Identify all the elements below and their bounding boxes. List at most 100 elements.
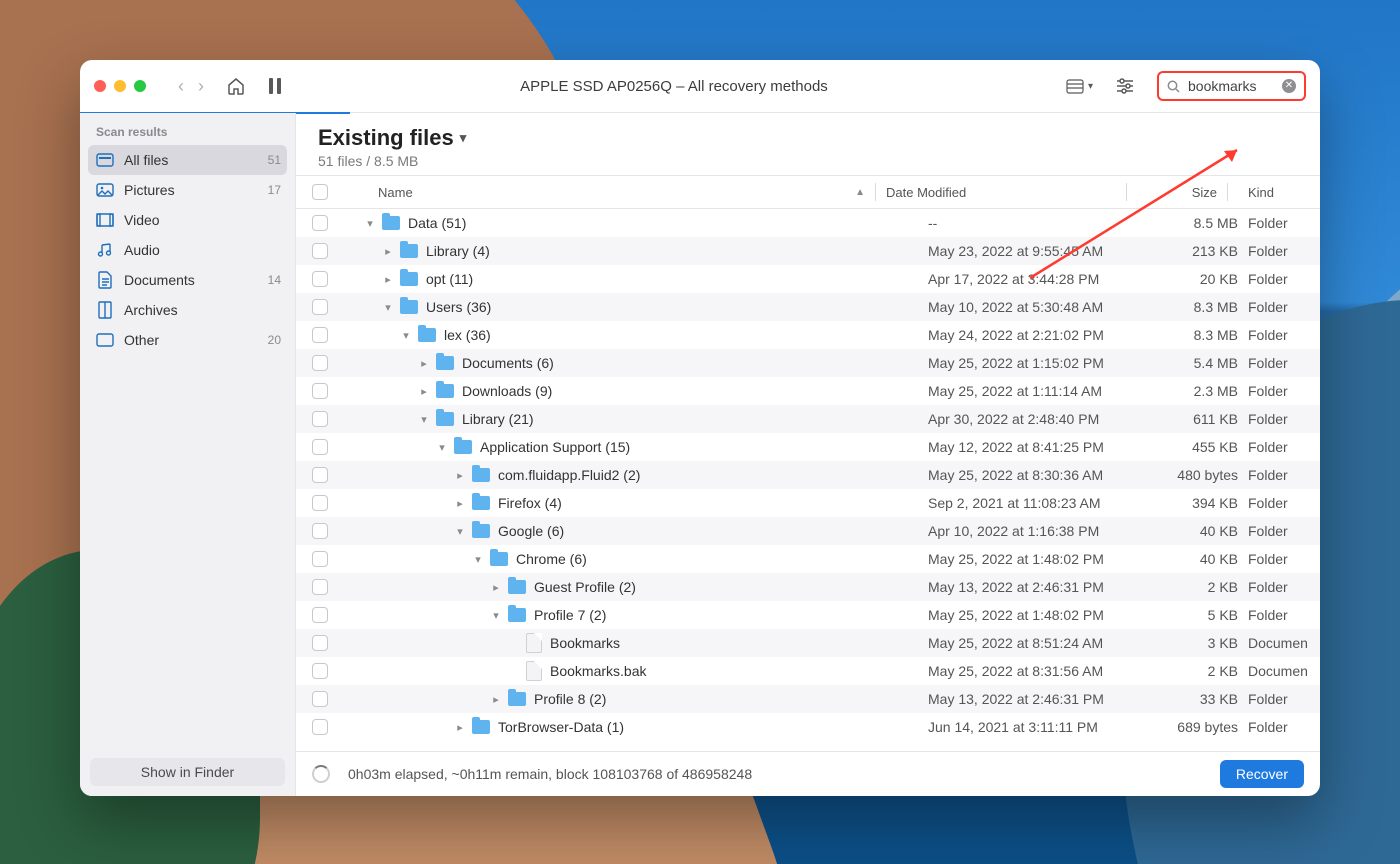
sidebar-item-other[interactable]: Other20: [80, 325, 295, 355]
main-panel: Existing files ▾ 51 files / 8.5 MB Name▲…: [296, 113, 1320, 796]
table-row[interactable]: ▸Documents (6)May 25, 2022 at 1:15:02 PM…: [296, 349, 1320, 377]
disclosure-toggle[interactable]: ▸: [382, 273, 394, 286]
disclosure-toggle[interactable]: ▾: [418, 413, 430, 426]
disclosure-toggle[interactable]: ▸: [418, 385, 430, 398]
table-row[interactable]: ▾lex (36)May 24, 2022 at 2:21:02 PM8.3 M…: [296, 321, 1320, 349]
results-title[interactable]: Existing files ▾: [318, 125, 1300, 151]
table-row[interactable]: ▾Profile 7 (2)May 25, 2022 at 1:48:02 PM…: [296, 601, 1320, 629]
file-kind: Folder: [1238, 299, 1308, 315]
disclosure-toggle[interactable]: ▸: [382, 245, 394, 258]
row-checkbox[interactable]: [312, 439, 328, 455]
disclosure-toggle[interactable]: ▸: [454, 497, 466, 510]
file-date: May 24, 2022 at 2:21:02 PM: [928, 327, 1158, 343]
sidebar-item-label: Video: [124, 212, 160, 228]
table-row[interactable]: ▾Application Support (15)May 12, 2022 at…: [296, 433, 1320, 461]
table-row[interactable]: ▸TorBrowser-Data (1)Jun 14, 2021 at 3:11…: [296, 713, 1320, 741]
disclosure-toggle[interactable]: ▾: [472, 553, 484, 566]
sidebar-item-video[interactable]: Video: [80, 205, 295, 235]
row-checkbox[interactable]: [312, 551, 328, 567]
search-input[interactable]: [1186, 77, 1276, 95]
sidebar-item-archives[interactable]: Archives: [80, 295, 295, 325]
table-row[interactable]: ▸com.fluidapp.Fluid2 (2)May 25, 2022 at …: [296, 461, 1320, 489]
table-row[interactable]: ▾Google (6)Apr 10, 2022 at 1:16:38 PM40 …: [296, 517, 1320, 545]
pause-scan-button[interactable]: [268, 77, 282, 95]
search-field[interactable]: ✕: [1157, 71, 1306, 101]
file-name: Library (21): [462, 411, 534, 427]
row-checkbox[interactable]: [312, 243, 328, 259]
row-checkbox[interactable]: [312, 607, 328, 623]
table-row[interactable]: ▸Downloads (9)May 25, 2022 at 1:11:14 AM…: [296, 377, 1320, 405]
table-row[interactable]: ▾Library (21)Apr 30, 2022 at 2:48:40 PM6…: [296, 405, 1320, 433]
column-size[interactable]: Size: [1137, 185, 1217, 200]
file-kind: Folder: [1238, 607, 1308, 623]
column-date[interactable]: Date Modified: [886, 185, 1116, 200]
table-row[interactable]: ▸Guest Profile (2)May 13, 2022 at 2:46:3…: [296, 573, 1320, 601]
row-checkbox[interactable]: [312, 719, 328, 735]
sidebar-item-pictures[interactable]: Pictures17: [80, 175, 295, 205]
disclosure-toggle[interactable]: ▸: [418, 357, 430, 370]
table-row[interactable]: ▸opt (11)Apr 17, 2022 at 3:44:28 PM20 KB…: [296, 265, 1320, 293]
sidebar-item-documents[interactable]: Documents14: [80, 265, 295, 295]
sidebar-item-audio[interactable]: Audio: [80, 235, 295, 265]
disclosure-toggle[interactable]: ▾: [436, 441, 448, 454]
table-row[interactable]: ▸Profile 8 (2)May 13, 2022 at 2:46:31 PM…: [296, 685, 1320, 713]
table-row[interactable]: BookmarksMay 25, 2022 at 8:51:24 AM3 KBD…: [296, 629, 1320, 657]
row-checkbox[interactable]: [312, 411, 328, 427]
table-row[interactable]: ▾Chrome (6)May 25, 2022 at 1:48:02 PM40 …: [296, 545, 1320, 573]
file-list[interactable]: ▾Data (51)--8.5 MBFolder▸Library (4)May …: [296, 209, 1320, 751]
column-kind[interactable]: Kind: [1238, 185, 1308, 200]
table-row[interactable]: ▾Users (36)May 10, 2022 at 5:30:48 AM8.3…: [296, 293, 1320, 321]
row-checkbox[interactable]: [312, 299, 328, 315]
row-checkbox[interactable]: [312, 383, 328, 399]
file-date: Jun 14, 2021 at 3:11:11 PM: [928, 719, 1158, 735]
row-checkbox[interactable]: [312, 523, 328, 539]
folder-icon: [436, 384, 454, 398]
table-row[interactable]: Bookmarks.bakMay 25, 2022 at 8:31:56 AM2…: [296, 657, 1320, 685]
zoom-window-button[interactable]: [134, 80, 146, 92]
disclosure-toggle[interactable]: ▸: [490, 693, 502, 706]
row-checkbox[interactable]: [312, 495, 328, 511]
file-kind: Folder: [1238, 467, 1308, 483]
disclosure-toggle[interactable]: ▸: [490, 581, 502, 594]
disclosure-toggle[interactable]: ▾: [454, 525, 466, 538]
row-checkbox[interactable]: [312, 467, 328, 483]
show-in-finder-button[interactable]: Show in Finder: [90, 758, 285, 786]
column-name[interactable]: Name▲: [334, 185, 865, 200]
folder-icon: [490, 552, 508, 566]
row-checkbox[interactable]: [312, 355, 328, 371]
back-button[interactable]: ‹: [178, 76, 184, 97]
row-checkbox[interactable]: [312, 691, 328, 707]
table-row[interactable]: ▸Firefox (4)Sep 2, 2021 at 11:08:23 AM39…: [296, 489, 1320, 517]
scan-status-text: 0h03m elapsed, ~0h11m remain, block 1081…: [348, 766, 752, 782]
minimize-window-button[interactable]: [114, 80, 126, 92]
sidebar-item-label: Other: [124, 332, 159, 348]
row-checkbox[interactable]: [312, 327, 328, 343]
disclosure-toggle[interactable]: ▸: [454, 469, 466, 482]
select-all-checkbox[interactable]: [312, 184, 328, 200]
sidebar-heading: Scan results: [96, 125, 295, 139]
home-button[interactable]: [226, 76, 246, 96]
row-checkbox[interactable]: [312, 215, 328, 231]
disclosure-toggle[interactable]: ▾: [490, 609, 502, 622]
file-date: May 25, 2022 at 8:51:24 AM: [928, 635, 1158, 651]
column-headers: Name▲ Date Modified Size Kind: [296, 175, 1320, 209]
forward-button[interactable]: ›: [198, 76, 204, 97]
recover-button[interactable]: Recover: [1220, 760, 1304, 788]
clear-search-button[interactable]: ✕: [1282, 79, 1296, 93]
row-checkbox[interactable]: [312, 635, 328, 651]
disclosure-toggle[interactable]: ▾: [382, 301, 394, 314]
table-row[interactable]: ▸Library (4)May 23, 2022 at 9:55:45 AM21…: [296, 237, 1320, 265]
disclosure-toggle[interactable]: ▸: [454, 721, 466, 734]
row-checkbox[interactable]: [312, 663, 328, 679]
filter-button[interactable]: [1115, 78, 1135, 94]
view-mode-button[interactable]: ▾: [1066, 79, 1093, 94]
row-checkbox[interactable]: [312, 579, 328, 595]
close-window-button[interactable]: [94, 80, 106, 92]
sidebar-item-all-files[interactable]: All files51: [88, 145, 287, 175]
table-row[interactable]: ▾Data (51)--8.5 MBFolder: [296, 209, 1320, 237]
disclosure-toggle[interactable]: ▾: [364, 217, 376, 230]
folder-icon: [400, 244, 418, 258]
disclosure-toggle[interactable]: ▾: [400, 329, 412, 342]
folder-icon: [436, 412, 454, 426]
row-checkbox[interactable]: [312, 271, 328, 287]
